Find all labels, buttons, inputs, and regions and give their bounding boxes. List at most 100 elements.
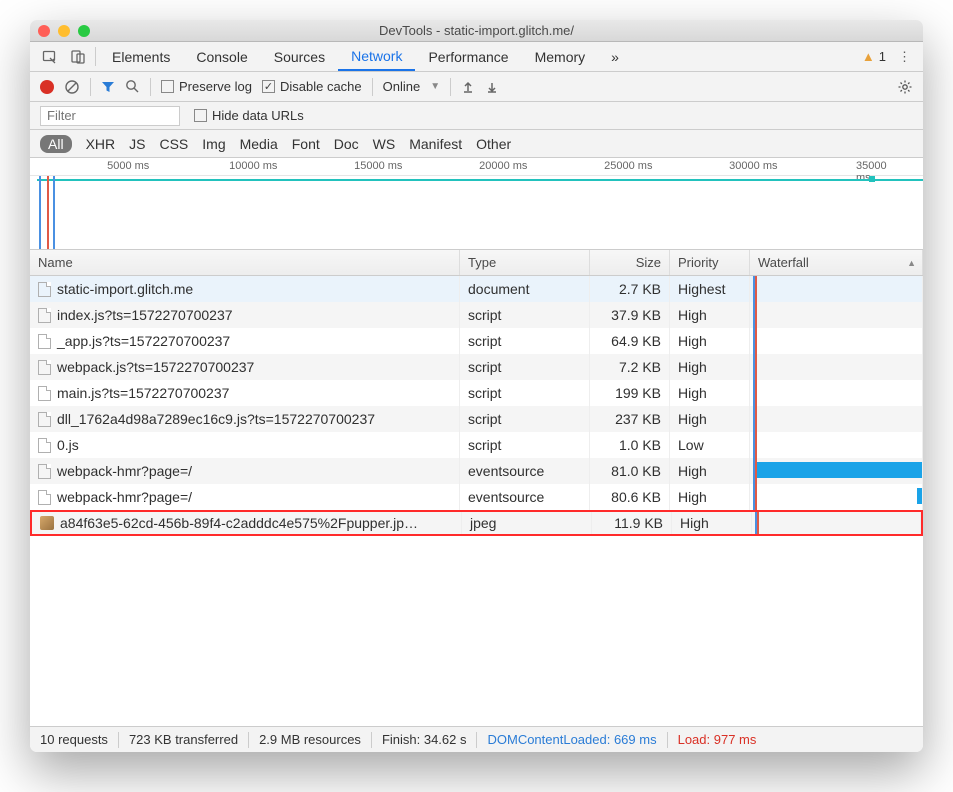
file-icon [38, 464, 51, 479]
table-row[interactable]: _app.js?ts=1572270700237script64.9 KBHig… [30, 328, 923, 354]
cell-size: 64.9 KB [590, 328, 670, 354]
clear-icon[interactable] [64, 79, 80, 95]
col-header-priority[interactable]: Priority [670, 250, 750, 275]
wf-bar [917, 488, 922, 504]
table-row[interactable]: webpack.js?ts=1572270700237script7.2 KBH… [30, 354, 923, 380]
request-name: webpack.js?ts=1572270700237 [57, 359, 254, 375]
cell-type: jpeg [462, 512, 592, 534]
warnings-badge[interactable]: ▲ 1 [862, 49, 886, 64]
request-name: webpack-hmr?page=/ [57, 463, 192, 479]
timeline-activity-band [37, 179, 923, 181]
table-row[interactable]: 0.jsscript1.0 KBLow [30, 432, 923, 458]
cell-type: script [460, 380, 590, 406]
cell-type: document [460, 276, 590, 302]
table-row[interactable]: webpack-hmr?page=/eventsource81.0 KBHigh [30, 458, 923, 484]
tab-elements[interactable]: Elements [99, 42, 183, 71]
table-row[interactable]: webpack-hmr?page=/eventsource80.6 KBHigh [30, 484, 923, 510]
wf-load-line [755, 276, 757, 302]
request-name: main.js?ts=1572270700237 [57, 385, 229, 401]
category-all[interactable]: All [40, 135, 72, 153]
status-finish: Finish: 34.62 s [382, 732, 467, 747]
cell-priority: Low [670, 432, 750, 458]
table-row[interactable]: index.js?ts=1572270700237script37.9 KBHi… [30, 302, 923, 328]
cell-size: 11.9 KB [592, 512, 672, 534]
col-header-waterfall[interactable]: Waterfall [750, 250, 923, 275]
col-header-type[interactable]: Type [460, 250, 590, 275]
cell-name: index.js?ts=1572270700237 [30, 302, 460, 328]
category-manifest[interactable]: Manifest [409, 136, 462, 152]
col-header-size[interactable]: Size [590, 250, 670, 275]
wf-load-line [755, 354, 757, 380]
warning-icon: ▲ [862, 49, 875, 64]
wf-load-line [755, 484, 757, 510]
upload-icon[interactable] [461, 80, 475, 94]
status-transferred: 723 KB transferred [129, 732, 238, 747]
disable-cache-checkbox[interactable]: ✓ [262, 80, 275, 93]
filter-icon[interactable] [101, 80, 115, 94]
cell-type: script [460, 328, 590, 354]
network-toolbar: Preserve log ✓Disable cache Online ▼ [30, 72, 923, 102]
category-doc[interactable]: Doc [334, 136, 359, 152]
cell-priority: Highest [670, 276, 750, 302]
file-icon [38, 386, 51, 401]
category-js[interactable]: JS [129, 136, 145, 152]
category-row: All XHR JS CSS Img Media Font Doc WS Man… [30, 130, 923, 158]
cell-priority: High [670, 484, 750, 510]
tab-sources[interactable]: Sources [261, 42, 338, 71]
tab-network[interactable]: Network [338, 42, 415, 71]
category-other[interactable]: Other [476, 136, 511, 152]
search-icon[interactable] [125, 79, 140, 94]
device-toggle-icon[interactable] [64, 42, 92, 71]
cell-name: _app.js?ts=1572270700237 [30, 328, 460, 354]
tabs-overflow[interactable]: » [598, 42, 632, 71]
request-name: index.js?ts=1572270700237 [57, 307, 233, 323]
tab-console[interactable]: Console [183, 42, 260, 71]
cell-waterfall [750, 484, 923, 510]
throttle-caret[interactable]: ▼ [430, 81, 440, 92]
cell-type: script [460, 406, 590, 432]
category-img[interactable]: Img [202, 136, 225, 152]
network-settings-icon[interactable] [897, 79, 913, 95]
tick-label: 10000 ms [229, 160, 277, 172]
timeline-body [30, 176, 923, 249]
throttle-label[interactable]: Online [383, 79, 421, 94]
warning-count: 1 [879, 49, 886, 64]
disable-cache-toggle[interactable]: ✓Disable cache [262, 79, 362, 94]
hide-data-urls-checkbox[interactable] [194, 109, 207, 122]
cell-size: 199 KB [590, 380, 670, 406]
wf-load-line [755, 432, 757, 458]
preserve-log-toggle[interactable]: Preserve log [161, 79, 252, 94]
wf-load-line [757, 512, 759, 534]
preserve-log-checkbox[interactable] [161, 80, 174, 93]
tab-performance[interactable]: Performance [415, 42, 521, 71]
category-css[interactable]: CSS [159, 136, 188, 152]
filter-row: Hide data URLs [30, 102, 923, 130]
download-icon[interactable] [485, 80, 499, 94]
status-load: Load: 977 ms [678, 732, 757, 747]
window-title: DevTools - static-import.glitch.me/ [30, 23, 923, 38]
timeline-load-marker [47, 176, 49, 249]
cell-waterfall [750, 302, 923, 328]
record-button[interactable] [40, 80, 54, 94]
table-row[interactable]: dll_1762a4d98a7289ec16c9.js?ts=157227070… [30, 406, 923, 432]
category-font[interactable]: Font [292, 136, 320, 152]
category-ws[interactable]: WS [373, 136, 396, 152]
tab-memory[interactable]: Memory [522, 42, 599, 71]
wf-load-line [755, 380, 757, 406]
file-icon [38, 334, 51, 349]
tick-label: 15000 ms [354, 160, 402, 172]
category-media[interactable]: Media [240, 136, 278, 152]
category-xhr[interactable]: XHR [86, 136, 116, 152]
hide-data-urls-toggle[interactable]: Hide data URLs [194, 108, 304, 123]
table-row[interactable]: a84f63e5-62cd-456b-89f4-c2adddc4e575%2Fp… [30, 510, 923, 536]
filter-input[interactable] [40, 106, 180, 126]
settings-menu-icon[interactable]: ⋮ [892, 49, 917, 65]
file-icon [38, 412, 51, 427]
inspect-element-icon[interactable] [36, 42, 64, 71]
table-row[interactable]: main.js?ts=1572270700237script199 KBHigh [30, 380, 923, 406]
col-header-name[interactable]: Name [30, 250, 460, 275]
cell-waterfall [750, 276, 923, 302]
wf-bar [757, 462, 922, 478]
table-row[interactable]: static-import.glitch.medocument2.7 KBHig… [30, 276, 923, 302]
timeline-overview[interactable]: 5000 ms 10000 ms 15000 ms 20000 ms 25000… [30, 158, 923, 250]
